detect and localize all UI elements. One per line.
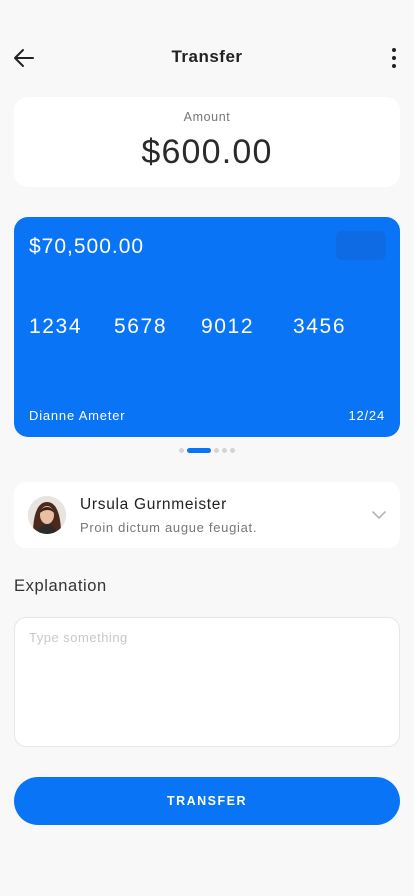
page-title: Transfer <box>171 47 243 66</box>
card-number-group: 1234 <box>29 315 83 338</box>
explanation-label: Explanation <box>14 577 107 595</box>
recipient-name: Ursula Gurnmeister <box>80 496 227 513</box>
card-number-group: 5678 <box>114 315 168 338</box>
amount-value: $600.00 <box>141 133 273 171</box>
bank-card[interactable]: $70,500.00 1234 5678 9012 3456 Dianne Am… <box>14 217 400 437</box>
pagination-dot[interactable] <box>230 447 235 453</box>
pagination-dot[interactable] <box>179 447 184 453</box>
amount-card: Amount $600.00 <box>14 97 400 187</box>
transfer-screen: Transfer Amount $600.00 $70,500.00 1234 … <box>0 0 414 896</box>
card-pagination <box>0 447 414 453</box>
card-number: 1234 5678 9012 3456 <box>29 315 385 343</box>
more-vertical-icon <box>392 48 396 52</box>
transfer-button[interactable]: TRANSFER <box>14 777 400 825</box>
card-number-group: 9012 <box>201 315 255 338</box>
card-number-group: 3456 <box>293 315 347 338</box>
pagination-dot[interactable] <box>214 447 219 453</box>
avatar <box>28 496 66 534</box>
card-holder-name: Dianne Ameter <box>29 408 126 423</box>
more-options-button[interactable] <box>380 42 408 74</box>
amount-label: Amount <box>183 110 231 124</box>
card-expiry: 12/24 <box>348 408 385 423</box>
pagination-dot[interactable] <box>222 447 227 453</box>
chevron-down-icon <box>372 511 386 519</box>
card-chip-icon <box>336 231 386 260</box>
recipient-note: Proin dictum augue feugiat. <box>80 520 258 535</box>
explanation-input[interactable] <box>14 617 400 747</box>
recipient-selector[interactable]: Ursula Gurnmeister Proin dictum augue fe… <box>14 482 400 548</box>
card-balance: $70,500.00 <box>29 235 145 258</box>
top-bar: Transfer <box>0 36 414 80</box>
pagination-dot-active[interactable] <box>187 447 211 453</box>
avatar-image <box>28 496 66 534</box>
